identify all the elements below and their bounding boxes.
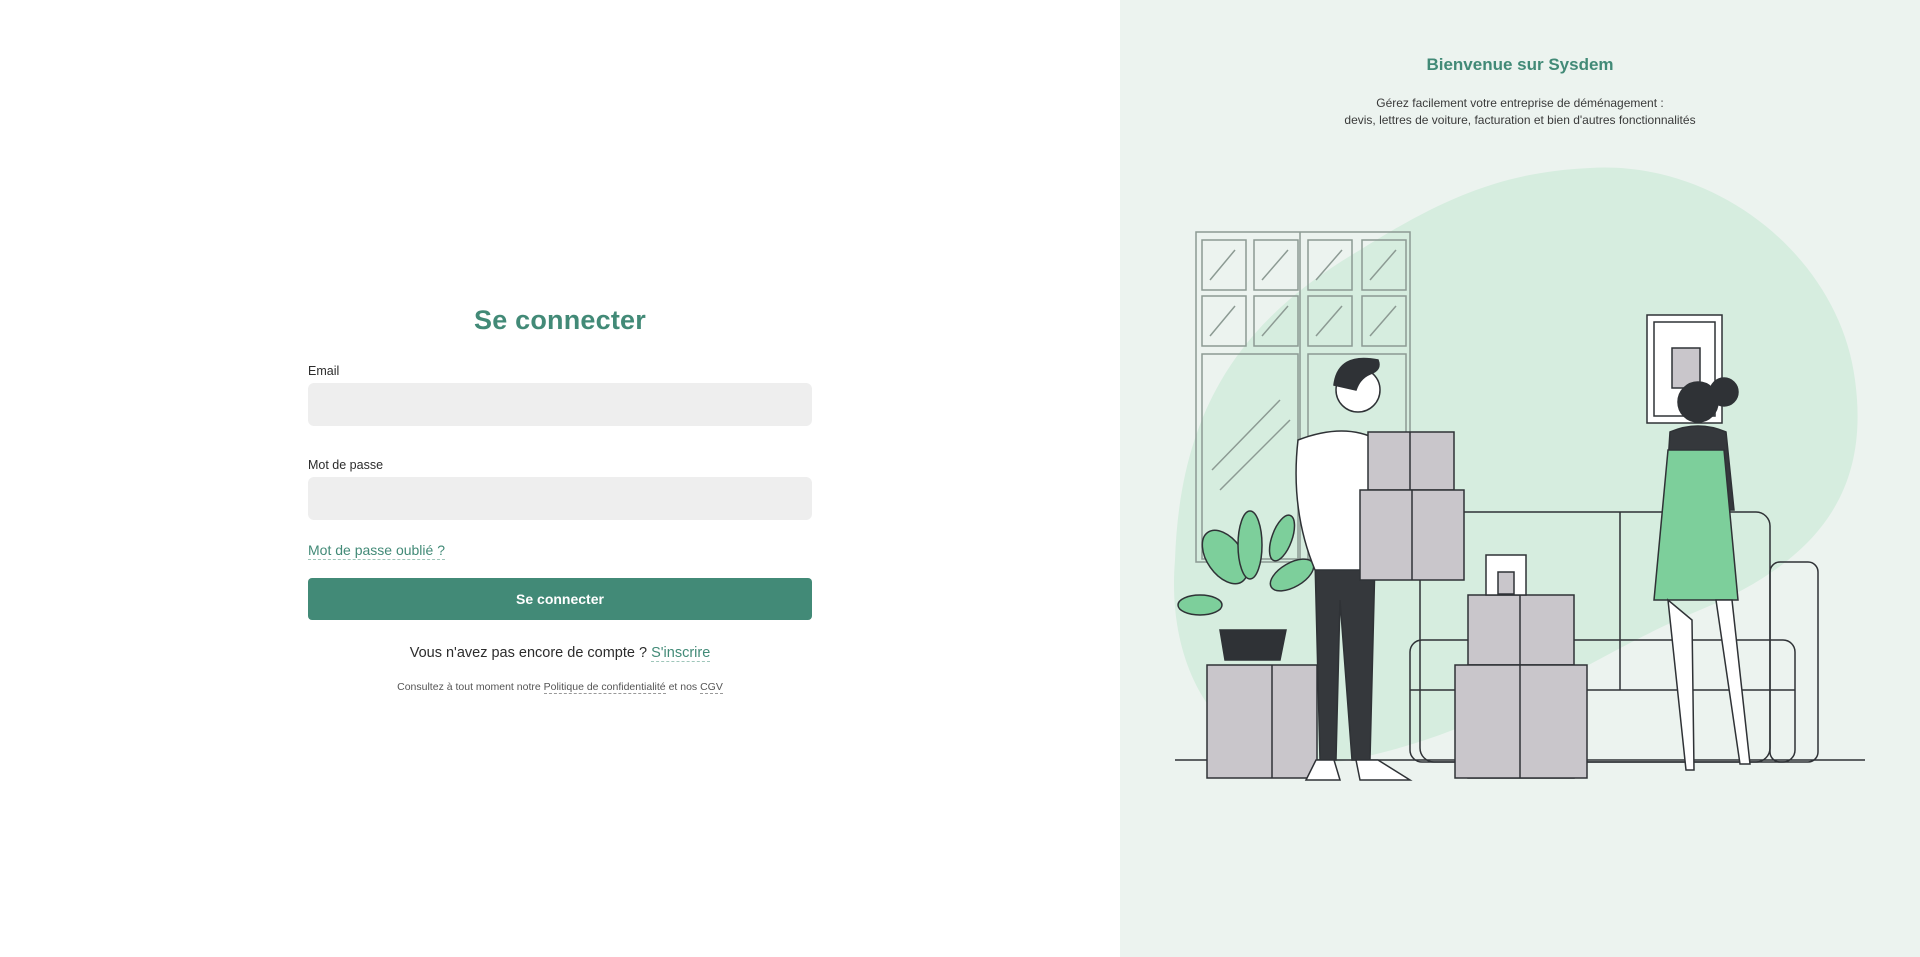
welcome-subtitle-line-2: devis, lettres de voiture, facturation e… bbox=[1344, 113, 1696, 127]
legal-prefix: Consultez à tout moment notre bbox=[397, 681, 541, 693]
page-title: Se connecter bbox=[474, 305, 646, 335]
forgot-password-link[interactable]: Mot de passe oublié ? bbox=[308, 542, 445, 560]
email-field[interactable] bbox=[308, 383, 812, 426]
legal-and: et nos bbox=[668, 681, 698, 693]
moving-people-illustration bbox=[1173, 167, 1865, 781]
login-panel: Se connecter Email Mot de passe Mot de p… bbox=[0, 0, 1120, 957]
privacy-policy-link[interactable]: Politique de confidentialité bbox=[543, 681, 666, 694]
signup-prompt: Vous n'avez pas encore de compte ? S'ins… bbox=[308, 645, 812, 662]
signup-link[interactable]: S'inscrire bbox=[651, 645, 711, 662]
welcome-subtitle: Gérez facilement votre entreprise de dém… bbox=[1120, 95, 1920, 129]
welcome-title: Bienvenue sur Sysdem bbox=[1426, 55, 1614, 74]
legal-notice: Consultez à tout moment notre Politique … bbox=[308, 681, 812, 694]
cgv-link[interactable]: CGV bbox=[700, 681, 723, 694]
promo-panel: Bienvenue sur Sysdem Gérez facilement vo… bbox=[1120, 0, 1920, 957]
welcome-subtitle-line-1: Gérez facilement votre entreprise de dém… bbox=[1376, 96, 1664, 110]
password-label: Mot de passe bbox=[308, 458, 384, 472]
email-label: Email bbox=[308, 364, 340, 378]
login-button[interactable]: Se connecter bbox=[308, 578, 812, 620]
password-field[interactable] bbox=[308, 477, 812, 520]
login-form: Se connecter Email Mot de passe Mot de p… bbox=[308, 300, 812, 694]
no-account-text: Vous n'avez pas encore de compte ? bbox=[409, 645, 648, 661]
